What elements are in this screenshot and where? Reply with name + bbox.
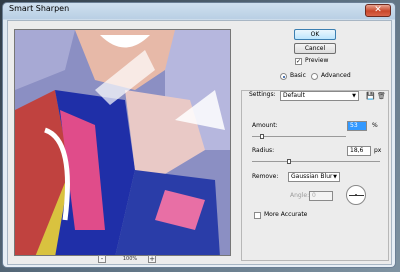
amount-slider-track[interactable] [252, 136, 346, 137]
amount-slider-thumb[interactable] [259, 134, 264, 139]
close-icon: ✕ [374, 5, 382, 15]
close-button[interactable]: ✕ [365, 4, 391, 17]
zoom-controls: - 100% + [98, 255, 158, 264]
basic-radio[interactable] [280, 73, 287, 80]
preview-photo [15, 30, 230, 255]
zoom-in-button[interactable]: + [148, 255, 156, 263]
zoom-out-button[interactable]: - [98, 255, 106, 263]
angle-label: Angle: [290, 192, 310, 199]
radius-slider-track[interactable] [252, 161, 380, 162]
checkmark-icon: ✓ [296, 58, 302, 65]
chevron-down-icon: ▼ [333, 174, 337, 180]
radius-input[interactable]: 18,6 [347, 146, 371, 156]
ok-button[interactable]: OK [294, 29, 336, 40]
preview-checkbox[interactable]: ✓ [295, 58, 302, 65]
advanced-label: Advanced [321, 72, 351, 79]
save-settings-icon[interactable]: 💾 [366, 92, 375, 100]
settings-label: Settings: [249, 91, 276, 98]
zoom-level: 100% [122, 256, 138, 262]
dialog-title: Smart Sharpen [9, 4, 70, 13]
angle-input: 0 [309, 191, 333, 201]
title-bar[interactable]: Smart Sharpen ✕ [3, 3, 395, 19]
settings-value: Default [283, 92, 305, 99]
amount-unit: % [372, 122, 378, 129]
preview-label: Preview [305, 57, 329, 64]
amount-label: Amount: [252, 122, 278, 129]
radius-unit: px [374, 147, 382, 154]
chevron-down-icon: ▼ [352, 93, 356, 99]
smart-sharpen-dialog: Smart Sharpen ✕ - 100% + OK Cancel ✓ Pre… [2, 2, 396, 268]
remove-value: Gaussian Blur [291, 173, 333, 180]
remove-select[interactable]: Gaussian Blur ▼ [288, 172, 340, 182]
delete-settings-icon[interactable]: 🗑 [377, 92, 386, 100]
preview-image[interactable] [14, 29, 231, 256]
basic-label: Basic [290, 72, 306, 79]
dialog-body: - 100% + OK Cancel ✓ Preview Basic Advan… [7, 20, 392, 265]
radius-slider-thumb[interactable] [287, 159, 292, 164]
radius-label: Radius: [252, 147, 275, 154]
more-accurate-label: More Accurate [264, 211, 308, 218]
cancel-button[interactable]: Cancel [294, 43, 336, 54]
angle-dial-icon [346, 185, 366, 205]
settings-select[interactable]: Default ▼ [280, 91, 359, 101]
more-accurate-checkbox[interactable] [254, 212, 261, 219]
settings-panel: Settings: Default ▼ 💾 🗑 Amount: 53 % Rad… [241, 90, 389, 261]
advanced-radio[interactable] [311, 73, 318, 80]
amount-input[interactable]: 53 [347, 121, 367, 131]
remove-label: Remove: [252, 173, 279, 180]
